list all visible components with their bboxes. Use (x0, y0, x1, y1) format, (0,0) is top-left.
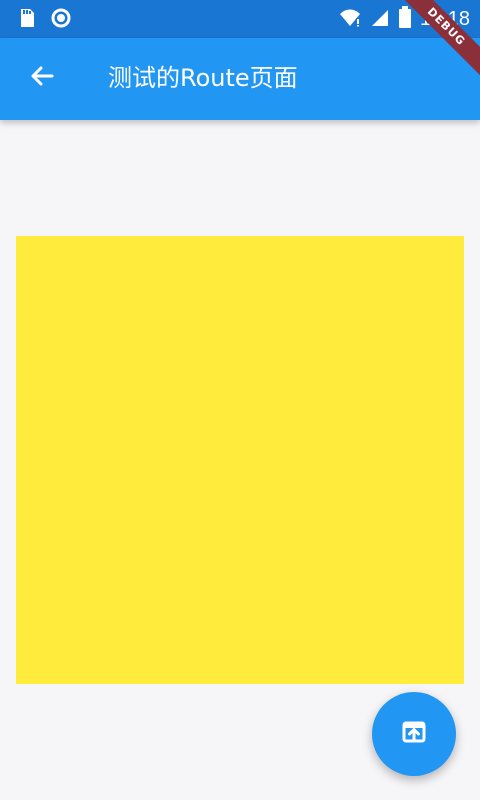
wifi-icon (338, 6, 362, 32)
sd-card-icon (18, 7, 36, 33)
back-button[interactable] (24, 58, 60, 98)
signal-icon (370, 6, 390, 32)
yellow-content-box (16, 236, 464, 684)
floating-action-button[interactable] (372, 692, 456, 776)
back-arrow-icon (28, 62, 56, 94)
app-bar: 测试的Route页面 (0, 38, 480, 120)
battery-icon (398, 5, 412, 33)
page-title: 测试的Route页面 (108, 64, 298, 92)
open-in-new-icon (400, 718, 428, 750)
circle-status-icon (50, 7, 72, 33)
status-bar: 12:18 (0, 0, 480, 38)
status-left-icons (18, 7, 72, 33)
